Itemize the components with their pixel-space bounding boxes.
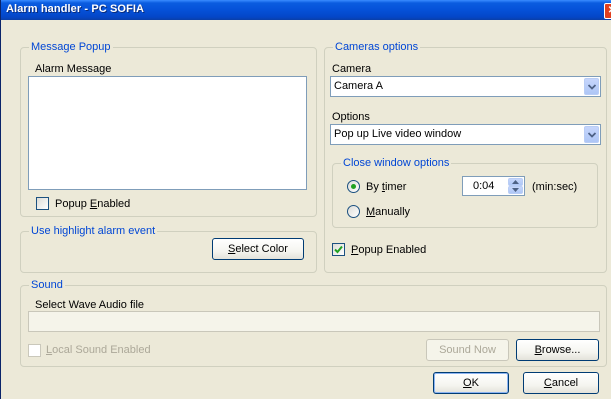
- arrow-up-icon: [512, 180, 519, 184]
- ok-button[interactable]: OK: [433, 372, 509, 394]
- message-popup-legend: Message Popup: [29, 40, 113, 54]
- options-select[interactable]: Pop up Live video window: [330, 124, 601, 145]
- highlight-alarm-legend: Use highlight alarm event: [29, 224, 158, 238]
- message-popup-enabled-checkbox[interactable]: [36, 197, 49, 210]
- camera-select[interactable]: Camera A: [330, 76, 601, 97]
- local-sound-enabled-checkbox[interactable]: [28, 344, 41, 357]
- sound-legend: Sound: [29, 278, 65, 292]
- timer-spin-buttons: [508, 178, 523, 194]
- checkmark-icon: [334, 245, 343, 254]
- local-sound-enabled-label[interactable]: Local Sound Enabled: [46, 344, 151, 357]
- camera-popup-enabled-checkbox[interactable]: [332, 243, 345, 256]
- browse-button[interactable]: Browse...: [516, 339, 599, 361]
- camera-dropdown-button[interactable]: [584, 78, 599, 95]
- manually-radio[interactable]: [347, 205, 360, 218]
- close-window-options-legend: Close window options: [341, 156, 452, 170]
- radio-selected-dot: [351, 184, 356, 189]
- camera-popup-enabled-label[interactable]: Popup Enabled: [351, 244, 426, 257]
- chevron-down-icon: [588, 84, 596, 90]
- alarm-message-label: Alarm Message: [35, 63, 112, 75]
- title-bar: Alarm handler - PC SOFIA ✕: [1, 0, 611, 20]
- options-label: Options: [332, 111, 370, 123]
- select-color-button[interactable]: Select Color: [212, 238, 304, 260]
- manually-label[interactable]: Manually: [366, 206, 410, 219]
- alarm-message-textarea[interactable]: [28, 76, 307, 190]
- camera-select-value: Camera A: [334, 80, 383, 92]
- timer-unit-label: (min:sec): [532, 181, 578, 193]
- camera-label: Camera: [332, 63, 372, 75]
- wave-file-input[interactable]: [28, 311, 600, 332]
- timer-value[interactable]: 0:04: [473, 180, 494, 192]
- timer-increment-button[interactable]: [508, 178, 523, 186]
- sound-now-button[interactable]: Sound Now: [426, 339, 509, 361]
- timer-decrement-button[interactable]: [508, 186, 523, 194]
- cancel-button[interactable]: Cancel: [523, 372, 599, 394]
- arrow-down-icon: [512, 188, 519, 192]
- timer-spinner[interactable]: 0:04: [462, 176, 525, 196]
- chevron-down-icon: [588, 132, 596, 138]
- by-timer-label[interactable]: By timer: [366, 181, 406, 194]
- by-timer-radio[interactable]: [347, 180, 360, 193]
- alarm-handler-dialog: Alarm handler - PC SOFIA ✕ Message Popup…: [0, 0, 611, 399]
- cameras-options-legend: Cameras options: [333, 40, 421, 54]
- options-dropdown-button[interactable]: [584, 126, 599, 143]
- message-popup-enabled-label[interactable]: Popup Enabled: [55, 198, 130, 211]
- window-title: Alarm handler - PC SOFIA: [6, 3, 145, 15]
- options-select-value: Pop up Live video window: [334, 128, 462, 140]
- close-button[interactable]: ✕: [604, 3, 611, 19]
